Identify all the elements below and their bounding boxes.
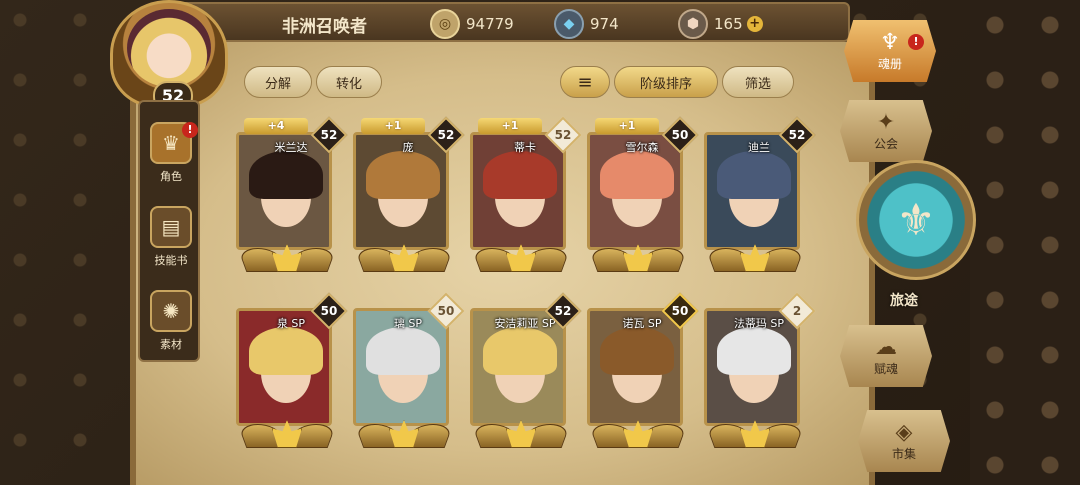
side-item-character[interactable]: ♛ 角色 ! xyxy=(144,118,198,188)
rank-emblem-icon xyxy=(705,408,805,454)
portrait-hair xyxy=(366,151,440,199)
side-item-materials[interactable]: ✺ 素材 xyxy=(144,286,198,356)
skillbook-icon: ▤ xyxy=(150,206,192,248)
character-card[interactable]: 安洁莉亚 SP 52 xyxy=(466,292,582,456)
filter-button[interactable]: 筛选 xyxy=(722,66,794,98)
player-name: 非洲召唤者 xyxy=(282,17,367,37)
alert-badge: ! xyxy=(182,122,198,138)
decompose-button[interactable]: 分解 xyxy=(244,66,312,98)
portrait-hair xyxy=(600,327,674,375)
rank-emblem-icon xyxy=(588,232,688,278)
nav-label: 魂册 xyxy=(877,57,902,71)
character-card[interactable]: 米兰达 +4 52 xyxy=(232,116,348,280)
portrait-hair xyxy=(717,151,791,199)
right-background xyxy=(970,0,1080,485)
side-item-label: 素材 xyxy=(160,338,182,351)
materials-icon: ✺ xyxy=(150,290,192,332)
character-level: 2 xyxy=(792,304,802,318)
convert-button[interactable]: 转化 xyxy=(316,66,382,98)
coin-icon: ◎ xyxy=(430,9,460,39)
character-level: 52 xyxy=(437,128,455,142)
side-item-label: 技能书 xyxy=(154,254,188,267)
character-card[interactable]: 蒂卡 +1 52 xyxy=(466,116,582,280)
rank-emblem-icon xyxy=(237,232,337,278)
gold-value: 94779 xyxy=(466,15,514,33)
nav-talent[interactable]: ☁ 赋魂 xyxy=(840,325,932,387)
add-stone-button[interactable]: + xyxy=(746,16,763,32)
portrait-hair xyxy=(717,327,791,375)
rank-emblem-icon xyxy=(354,232,454,278)
character-card[interactable]: 雪尔森 +1 50 xyxy=(583,116,699,280)
soul-book-icon: ♆ xyxy=(880,30,900,55)
sort-by-rank-button[interactable]: 阶级排序 xyxy=(614,66,718,98)
nav-market[interactable]: ◈ 市集 xyxy=(858,410,950,472)
portrait-hair xyxy=(249,151,323,199)
side-item-label: 角色 xyxy=(160,170,182,183)
portrait-hair xyxy=(483,151,557,199)
guild-icon: ✦ xyxy=(876,110,896,135)
side-item-skillbook[interactable]: ▤ 技能书 xyxy=(144,202,198,272)
crystal-icon: ◆ xyxy=(554,9,584,39)
character-level: 50 xyxy=(671,128,689,142)
avatar-portrait xyxy=(127,9,211,87)
rank-emblem-icon xyxy=(471,408,571,454)
alert-badge: ! xyxy=(908,34,924,50)
sort-order-button[interactable]: ≡ xyxy=(560,66,610,98)
right-nav: ♆ 魂册 ! ✦ 公会 ⚜ 旅途 ☁ 赋魂 ◈ 市集 xyxy=(840,20,980,485)
nav-label: 赋魂 xyxy=(873,362,898,376)
portrait-hair xyxy=(483,327,557,375)
character-level: 52 xyxy=(788,128,806,142)
portrait-hair xyxy=(600,151,674,199)
rank-emblem-icon xyxy=(237,408,337,454)
upgrade-badge: +1 xyxy=(361,118,425,134)
rank-emblem-icon xyxy=(354,408,454,454)
character-level: 52 xyxy=(320,128,338,142)
rank-emblem-icon xyxy=(471,232,571,278)
player-avatar[interactable]: 52 xyxy=(110,0,228,111)
stone-currency[interactable]: ⬢ 165 + xyxy=(678,9,763,39)
nav-soul-book[interactable]: ♆ 魂册 ! xyxy=(844,20,936,82)
character-card[interactable]: 法蒂玛 SP 2 xyxy=(700,292,816,456)
character-level: 50 xyxy=(671,304,689,318)
top-bar: 非洲召唤者 ◎ 94779 ◆ 974 ⬢ 165 + xyxy=(180,2,850,42)
portrait-hair xyxy=(366,327,440,375)
side-menu: ♛ 角色 ! ▤ 技能书 ✺ 素材 xyxy=(138,100,200,362)
character-level: 52 xyxy=(554,304,572,318)
journey-label: 旅途 xyxy=(890,293,918,309)
nav-label: 市集 xyxy=(891,447,916,461)
character-card[interactable]: 庞 +1 52 xyxy=(349,116,465,280)
upgrade-badge: +1 xyxy=(595,118,659,134)
character-card[interactable]: 泉 SP 50 xyxy=(232,292,348,456)
rank-emblem-icon xyxy=(705,232,805,278)
stone-value: 165 xyxy=(714,15,743,33)
talent-icon: ☁ xyxy=(875,335,897,360)
character-card[interactable]: 迪兰 52 xyxy=(700,116,816,280)
gold-currency[interactable]: ◎ 94779 xyxy=(430,9,514,39)
character-level: 52 xyxy=(554,128,572,142)
upgrade-badge: +4 xyxy=(244,118,308,134)
journey-button[interactable]: ⚜ xyxy=(856,160,976,280)
market-icon: ◈ xyxy=(895,420,913,445)
rank-emblem-icon xyxy=(588,408,688,454)
journey-icon: ⚜ xyxy=(896,194,936,246)
stone-icon: ⬢ xyxy=(678,9,708,39)
crystal-currency[interactable]: ◆ 974 xyxy=(554,9,619,39)
upgrade-badge: +1 xyxy=(478,118,542,134)
character-level: 50 xyxy=(437,304,455,318)
crystal-value: 974 xyxy=(590,15,619,33)
character-level: 50 xyxy=(320,304,338,318)
character-card[interactable]: 诺瓦 SP 50 xyxy=(583,292,699,456)
nav-guild[interactable]: ✦ 公会 xyxy=(840,100,932,162)
portrait-hair xyxy=(249,327,323,375)
character-card[interactable]: 璃 SP 50 xyxy=(349,292,465,456)
nav-label: 公会 xyxy=(873,137,898,151)
